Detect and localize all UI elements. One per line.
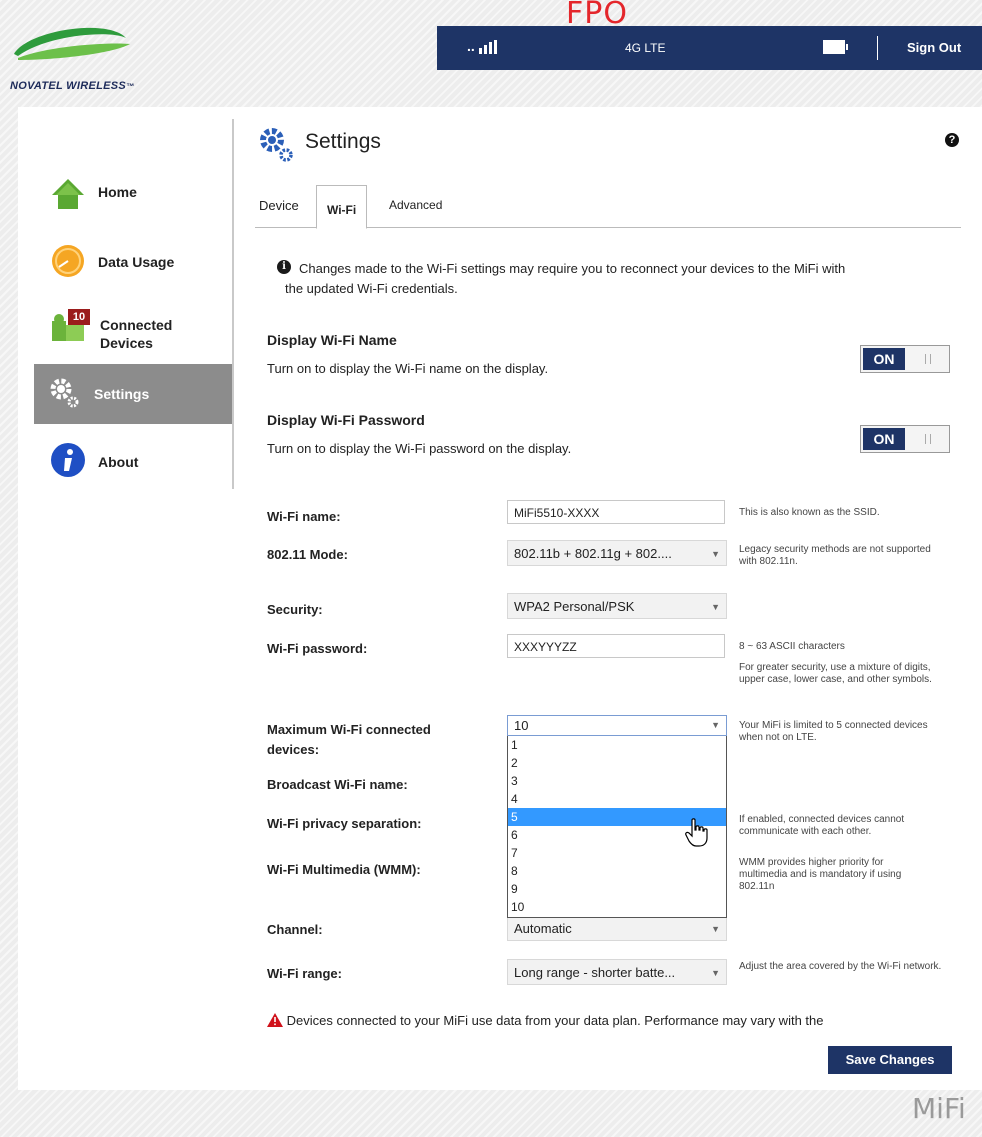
chevron-down-icon: ▼ (711, 924, 720, 934)
broadcast-label: Broadcast Wi-Fi name: (267, 777, 408, 792)
save-changes-button[interactable]: Save Changes (828, 1046, 952, 1074)
password-security-help: For greater security, use a mixture of d… (739, 662, 932, 685)
max-devices-label: Maximum Wi-Fi connected (267, 722, 431, 737)
wmm-label: Wi-Fi Multimedia (WMM): (267, 862, 421, 877)
battery-icon (823, 40, 848, 54)
tab-wifi[interactable]: Wi-Fi (316, 185, 368, 229)
gear-icon (50, 378, 79, 408)
wifi-name-input[interactable]: MiFi5510-XXXX (507, 500, 725, 524)
wifi-name-label: Wi-Fi name: (267, 509, 341, 524)
option-item[interactable]: 3 (508, 772, 726, 790)
range-label: Wi-Fi range: (267, 966, 342, 981)
password-input[interactable]: XXXYYYZZ (507, 634, 725, 658)
channel-label: Channel: (267, 922, 323, 937)
option-item[interactable]: 1 (508, 736, 726, 754)
novatel-logo: NOVATEL WIRELESS™ (8, 20, 148, 92)
max-devices-label-2: devices: (267, 742, 320, 757)
mode-label: 802.11 Mode: (267, 547, 348, 562)
data-warning: Devices connected to your MiFi use data … (267, 1013, 823, 1028)
option-item[interactable]: 4 (508, 790, 726, 808)
mifi-logo: MiFi (912, 1092, 966, 1125)
chevron-down-icon: ▼ (711, 549, 720, 559)
settings-gear-icon (260, 128, 293, 162)
password-length-help: 8 ~ 63 ASCII characters (739, 641, 845, 652)
range-help: Adjust the area covered by the Wi-Fi net… (739, 961, 942, 972)
display-name-toggle[interactable]: ON (860, 345, 950, 373)
sidebar-item-home[interactable]: Home (34, 163, 232, 223)
chevron-down-icon: ▼ (711, 720, 720, 730)
security-select[interactable]: WPA2 Personal/PSK ▼ (507, 593, 727, 619)
toggle-on-label: ON (863, 428, 905, 450)
display-name-title: Display Wi-Fi Name (267, 332, 397, 348)
signal-strength-icon: .. (467, 38, 497, 54)
option-item[interactable]: 8 (508, 862, 726, 880)
notice-info-icon: i (277, 260, 291, 274)
max-devices-help: Your MiFi is limited to 5 connected devi… (739, 720, 928, 743)
hand-cursor-icon (685, 818, 708, 847)
range-select[interactable]: Long range - shorter batte... ▼ (507, 959, 727, 985)
wifi-notice-line1: Changes made to the Wi-Fi settings may r… (299, 261, 846, 276)
mode-help: Legacy security methods are not supporte… (739, 544, 931, 567)
privacy-label: Wi-Fi privacy separation: (267, 816, 422, 831)
sign-out-button[interactable]: Sign Out (907, 40, 961, 55)
divider (877, 36, 878, 60)
privacy-help: If enabled, connected devices cannot com… (739, 814, 905, 837)
option-item[interactable]: 9 (508, 880, 726, 898)
toggle-on-label: ON (863, 348, 905, 370)
page-title: Settings (305, 130, 381, 153)
header: NOVATEL WIRELESS™ FPO .. 4G LTE Sign Out (0, 0, 982, 110)
gauge-icon (52, 245, 84, 277)
display-password-desc: Turn on to display the Wi-Fi password on… (267, 441, 572, 456)
status-bar: .. 4G LTE Sign Out (437, 26, 982, 70)
wifi-notice-line2: the updated Wi-Fi credentials. (285, 281, 458, 296)
warning-icon (267, 1013, 283, 1027)
tab-bar: Device Wi-Fi Advanced (255, 183, 961, 229)
security-label: Security: (267, 602, 323, 617)
info-icon (51, 443, 85, 477)
help-icon[interactable]: ? (945, 133, 959, 147)
option-item[interactable]: 10 (508, 898, 726, 916)
channel-select[interactable]: Automatic ▼ (507, 915, 727, 941)
sidebar-item-connected-devices[interactable]: 10 Connected Devices (34, 299, 232, 363)
sidebar: Home Data Usage 10 Connected Devices Set… (34, 119, 234, 489)
option-item[interactable]: 2 (508, 754, 726, 772)
sidebar-item-data-usage[interactable]: Data Usage (34, 231, 232, 291)
tab-advanced[interactable]: Advanced (389, 198, 442, 212)
toggle-grip (925, 434, 931, 444)
mode-select[interactable]: 802.11b + 802.11g + 802.... ▼ (507, 540, 727, 566)
display-name-desc: Turn on to display the Wi-Fi name on the… (267, 361, 549, 376)
device-count-badge: 10 (68, 309, 90, 325)
network-type: 4G LTE (625, 41, 666, 55)
wifi-name-help: This is also known as the SSID. (739, 507, 880, 518)
tab-device[interactable]: Device (259, 198, 299, 213)
chevron-down-icon: ▼ (711, 968, 720, 978)
display-password-toggle[interactable]: ON (860, 425, 950, 453)
logo-text: NOVATEL WIRELESS™ (10, 80, 135, 92)
home-icon (52, 179, 84, 209)
main-panel: Home Data Usage 10 Connected Devices Set… (18, 107, 982, 1090)
display-password-title: Display Wi-Fi Password (267, 412, 425, 428)
wmm-help: WMM provides higher priority for multime… (739, 857, 902, 892)
max-devices-select[interactable]: 10 ▼ (507, 715, 727, 736)
sidebar-item-settings[interactable]: Settings (34, 364, 232, 424)
swoosh-icon (14, 27, 130, 60)
password-label: Wi-Fi password: (267, 641, 368, 656)
chevron-down-icon: ▼ (711, 602, 720, 612)
toggle-grip (925, 354, 931, 364)
sidebar-item-about[interactable]: About (34, 434, 232, 494)
